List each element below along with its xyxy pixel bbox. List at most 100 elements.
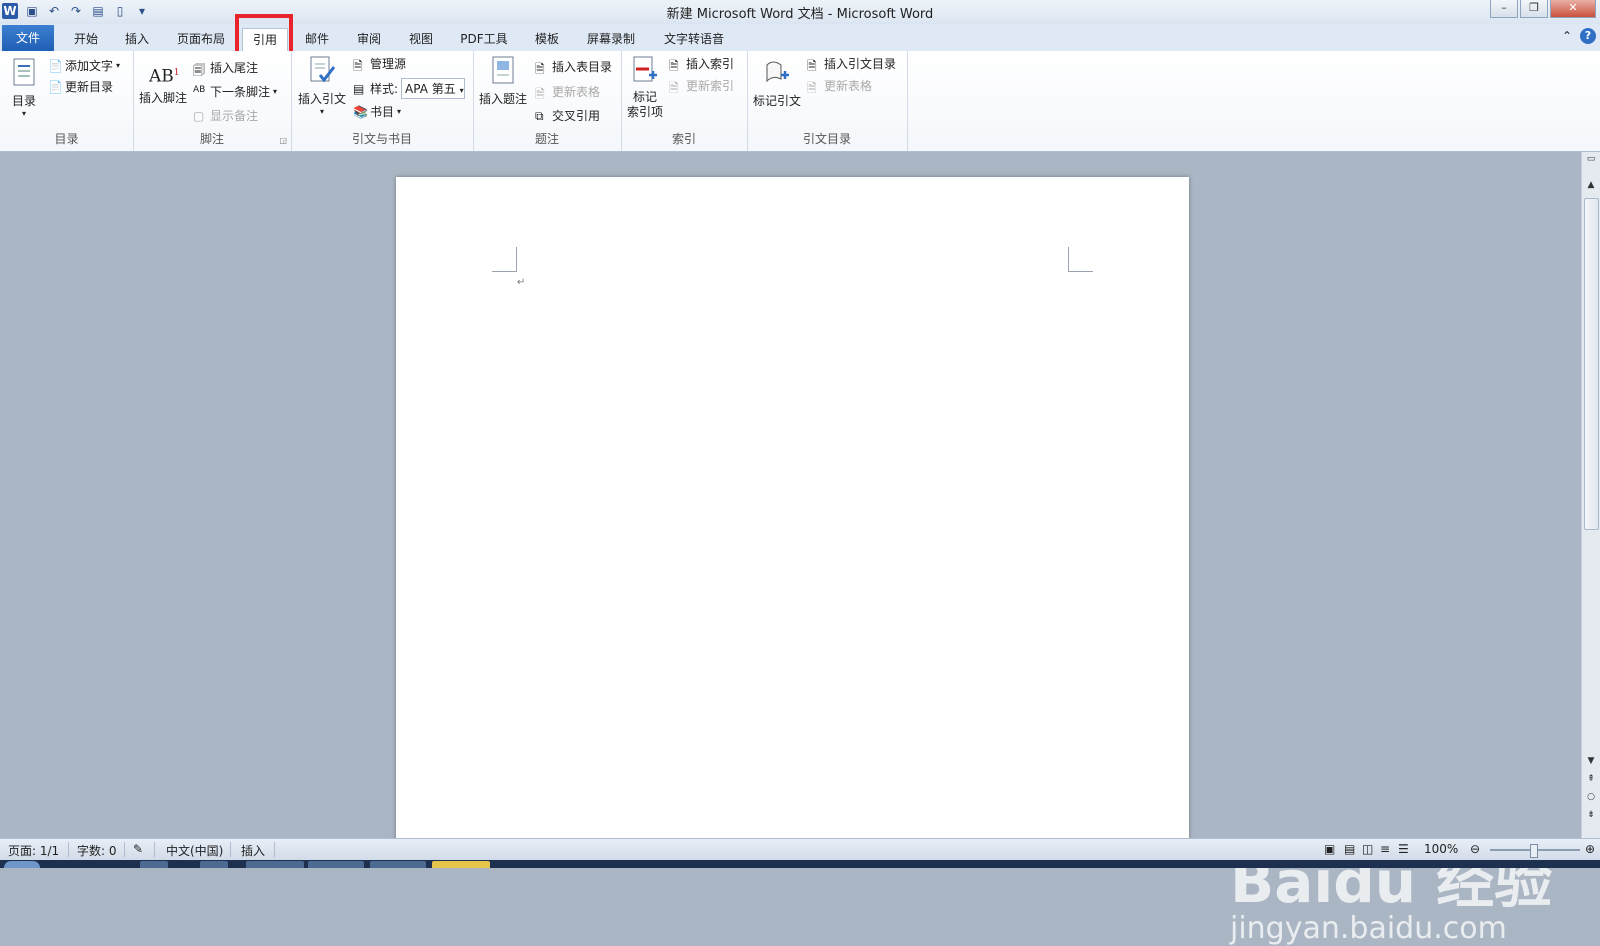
zoom-level[interactable]: 100% [1424, 842, 1458, 856]
style-value: APA 第五 [405, 82, 456, 96]
tab-screen-record[interactable]: 屏幕录制 [580, 28, 642, 50]
insert-citation-button[interactable]: 插入引文 ▾ [296, 55, 348, 116]
tab-file[interactable]: 文件 [2, 25, 54, 51]
update-toc-button[interactable]: 📄 更新目录 [48, 78, 113, 95]
zoom-out-icon[interactable]: ⊖ [1470, 842, 1480, 856]
proofing-icon[interactable]: ✎ [133, 842, 143, 856]
style-icon: ▤ [353, 81, 365, 96]
tab-review[interactable]: 审阅 [349, 28, 389, 50]
taskbar-app-icon[interactable] [246, 861, 304, 868]
tab-home[interactable]: 开始 [66, 28, 106, 50]
insert-toa-icon: 🗎 [807, 58, 817, 73]
update-index-icon: 🗎 [669, 80, 679, 95]
group-toa-label: 引文目录 [802, 132, 851, 146]
cross-reference-button[interactable]: ⧉ 交叉引用 [535, 107, 600, 124]
manage-sources-button[interactable]: 🗎 管理源 [353, 55, 406, 73]
cross-reference-icon: ⧉ [535, 108, 544, 123]
add-text-button[interactable]: 📄 添加文字 ▾ [48, 57, 120, 74]
bibliography-button[interactable]: 📚 书目 ▾ [353, 103, 401, 120]
document-page[interactable]: ↵ [396, 177, 1189, 847]
minimize-ribbon-icon[interactable]: ⌃ [1562, 29, 1572, 43]
taskbar-app-icon[interactable] [200, 861, 228, 868]
status-separator [230, 842, 231, 857]
restore-button[interactable]: ❐ [1520, 0, 1548, 18]
status-separator [124, 842, 125, 857]
language[interactable]: 中文(中国) [166, 842, 223, 859]
taskbar-app-icon[interactable] [370, 861, 426, 868]
tab-view[interactable]: 视图 [401, 28, 441, 50]
crop-mark-right [1068, 247, 1093, 272]
zoom-slider-thumb[interactable] [1530, 844, 1538, 858]
insert-table-of-figures-button[interactable]: 🗎 插入表目录 [535, 58, 612, 76]
insert-toa-button[interactable]: 🗎 插入引文目录 [807, 55, 897, 73]
add-text-icon: 📄 [48, 58, 63, 73]
update-toa-button[interactable]: 🗎 更新表格 [807, 77, 872, 95]
taskbar-app-icon[interactable] [308, 861, 364, 868]
group-index: 标记 索引项 🗎 插入索引 🗎 更新索引 索引 [621, 51, 748, 151]
ribbon-panel: 目录 ▾ 📄 添加文字 ▾ 📄 更新目录 目录 AB1 插入脚注 🗐 插入尾注 AB 下一… [0, 51, 1600, 152]
next-page-icon[interactable]: ⇟ [1582, 810, 1600, 820]
close-button[interactable]: ✕ [1550, 0, 1596, 18]
insert-index-button[interactable]: 🗎 插入索引 [669, 55, 734, 73]
document-area: ↵ Baidu 经验 jingyan.baidu.com [0, 152, 1582, 946]
insert-citation-label: 插入引文 [297, 92, 346, 106]
toc-label: 目录 [11, 94, 36, 108]
prev-page-icon[interactable]: ⇞ [1582, 774, 1600, 784]
next-footnote-icon: AB [193, 84, 206, 95]
status-separator [274, 842, 275, 857]
draft-view-icon[interactable]: ☰ [1398, 842, 1409, 856]
help-icon[interactable]: ? [1580, 28, 1596, 44]
insert-caption-button[interactable]: 插入题注 [477, 55, 529, 107]
add-text-label: 添加文字 [65, 59, 114, 73]
insert-caption-label: 插入题注 [478, 92, 527, 106]
vertical-scrollbar[interactable]: ▭ ▲ ▼ ⇞ ○ ⇟ [1581, 152, 1600, 838]
dialog-launcher-icon[interactable]: ◲ [279, 136, 287, 145]
start-button[interactable] [4, 861, 40, 868]
word-count[interactable]: 字数: 0 [77, 842, 117, 859]
update-index-button[interactable]: 🗎 更新索引 [669, 77, 734, 95]
style-label: 样式: [370, 82, 399, 96]
show-notes-icon: ▢ [193, 108, 205, 123]
web-layout-view-icon[interactable]: ◫ [1362, 842, 1373, 856]
toc-button[interactable]: 目录 ▾ [6, 57, 42, 118]
chevron-down-icon: ▾ [459, 86, 464, 95]
update-table-button[interactable]: 🗎 更新表格 [535, 83, 600, 101]
insert-mode[interactable]: 插入 [241, 842, 265, 859]
mark-citation-button[interactable]: 标记引文 [751, 57, 803, 109]
next-footnote-label: 下一条脚注 [210, 85, 271, 99]
mark-entry-button[interactable]: 标记 索引项 [625, 55, 665, 120]
zoom-slider[interactable] [1490, 844, 1580, 858]
insert-footnote-button[interactable]: AB1 插入脚注 [137, 57, 189, 106]
table-of-figures-icon: 🗎 [535, 61, 545, 76]
os-taskbar [0, 860, 1600, 868]
tab-text-to-speech[interactable]: 文字转语音 [656, 28, 732, 50]
full-screen-view-icon[interactable]: ▤ [1344, 842, 1355, 856]
minimize-button[interactable]: – [1490, 0, 1518, 18]
tab-mailings[interactable]: 邮件 [297, 28, 337, 50]
group-footnote-label: 脚注 [199, 132, 224, 146]
insert-endnote-button[interactable]: 🗐 插入尾注 [193, 59, 258, 77]
insert-toa-label: 插入引文目录 [824, 57, 897, 71]
scroll-thumb[interactable] [1584, 198, 1599, 530]
taskbar-word-icon[interactable] [432, 861, 490, 868]
outline-view-icon[interactable]: ≡ [1380, 842, 1390, 856]
show-notes-button[interactable]: ▢ 显示备注 [193, 107, 258, 124]
ribbon-help-area: ⌃ ? [1562, 28, 1596, 44]
chevron-down-icon: ▾ [21, 109, 26, 118]
ruler-toggle-icon[interactable]: ▭ [1582, 154, 1600, 164]
scroll-up-icon[interactable]: ▲ [1582, 180, 1600, 190]
browse-object-icon[interactable]: ○ [1582, 792, 1600, 802]
tab-page-layout[interactable]: 页面布局 [170, 28, 232, 50]
toc-icon [13, 58, 35, 86]
tab-insert[interactable]: 插入 [117, 28, 157, 50]
style-dropdown[interactable]: APA 第五 ▾ [401, 78, 466, 99]
next-footnote-button[interactable]: AB 下一条脚注 ▾ [193, 83, 277, 100]
scroll-down-icon[interactable]: ▼ [1582, 756, 1600, 766]
tab-templates[interactable]: 模板 [527, 28, 567, 50]
tab-pdf-tools[interactable]: PDF工具 [455, 28, 513, 50]
zoom-in-icon[interactable]: ⊕ [1585, 842, 1595, 856]
mark-entry-label: 标记 索引项 [626, 90, 663, 119]
page-count[interactable]: 页面: 1/1 [8, 842, 59, 859]
print-layout-view-icon[interactable]: ▣ [1324, 842, 1335, 856]
taskbar-app-icon[interactable] [140, 861, 168, 868]
